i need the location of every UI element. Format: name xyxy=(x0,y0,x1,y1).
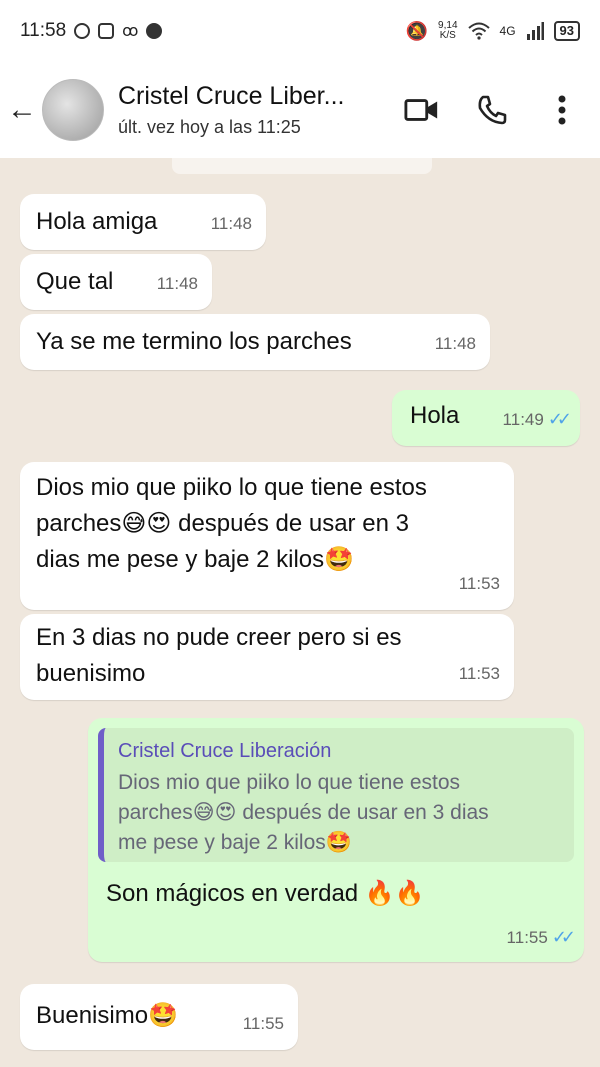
read-receipt-icon: ✓✓ xyxy=(551,927,576,947)
video-call-button[interactable] xyxy=(404,92,440,128)
message-text: Ya se me termino los parches xyxy=(36,328,352,355)
battery-indicator: 93 xyxy=(553,21,580,41)
message-text: Hola xyxy=(410,402,460,429)
mute-icon: 🔕 xyxy=(405,20,429,41)
avatar[interactable] xyxy=(42,79,104,141)
message-time: 11:53 xyxy=(458,574,500,593)
header-actions xyxy=(404,92,580,128)
message-time: 11:48 xyxy=(210,214,252,233)
network-speed-unit: K/S xyxy=(439,30,456,41)
message-time: 11:53 xyxy=(458,664,500,683)
chat-bubble-icon xyxy=(146,23,163,39)
video-camera-icon xyxy=(404,99,438,121)
battery-level: 93 xyxy=(559,23,574,38)
message-incoming[interactable]: Dios mio que piiko lo que tiene estos pa… xyxy=(20,462,514,610)
more-options-button[interactable] xyxy=(544,92,580,128)
message-time: 11:55 xyxy=(242,1014,284,1033)
notification-b-icon xyxy=(74,23,91,39)
wifi-icon xyxy=(467,22,490,40)
message-line: buenisimo xyxy=(36,660,146,687)
message-line: Dios mio que piiko lo que tiene estos xyxy=(36,474,427,501)
voicemail-icon: ꝏ xyxy=(122,23,139,40)
message-outgoing[interactable]: Hola 11:49 ✓✓ xyxy=(392,390,580,446)
chat-header: ← Cristel Cruce Liber... últ. vez hoy a … xyxy=(0,62,600,158)
message-incoming[interactable]: En 3 dias no pude creer pero si es bueni… xyxy=(20,614,514,700)
message-time: 11:55 ✓✓ xyxy=(506,919,577,956)
quoted-line: Dios mio que piiko lo que tiene estos xyxy=(118,771,461,794)
message-time-value: 11:55 xyxy=(506,928,548,947)
message-text: Son mágicos en verdad 🔥🔥 xyxy=(106,880,425,907)
contact-name: Cristel Cruce Liber... xyxy=(118,82,345,110)
quoted-line: me pese y baje 2 kilos🤩 xyxy=(118,831,352,854)
status-right: 🔕 9,14 K/S 4G 93 xyxy=(406,21,580,42)
message-incoming[interactable]: Hola amiga 11:48 xyxy=(20,194,266,250)
date-divider xyxy=(172,158,432,174)
network-type: 4G xyxy=(499,24,516,38)
signal-icon xyxy=(526,22,544,40)
message-incoming[interactable]: Buenisimo🤩 11:55 xyxy=(20,984,298,1050)
quoted-message[interactable]: Cristel Cruce Liberación Dios mio que pi… xyxy=(98,728,574,862)
message-line: En 3 dias no pude creer pero si es xyxy=(36,624,402,651)
message-line: dias me pese y baje 2 kilos🤩 xyxy=(36,546,355,573)
back-arrow-icon[interactable]: ← xyxy=(4,93,40,127)
status-time: 11:58 xyxy=(20,20,67,41)
message-text: Hola amiga xyxy=(36,208,158,235)
message-time-value: 11:49 xyxy=(502,410,544,429)
message-incoming[interactable]: Ya se me termino los parches 11:48 xyxy=(20,314,490,370)
contact-info[interactable]: Cristel Cruce Liber... últ. vez hoy a la… xyxy=(118,82,388,138)
message-outgoing-reply[interactable]: Cristel Cruce Liberación Dios mio que pi… xyxy=(88,718,584,962)
instagram-icon xyxy=(98,23,115,39)
more-vertical-icon xyxy=(558,95,566,125)
status-bar: 11:58 ꝏ 🔕 9,14 K/S 4G 93 xyxy=(0,0,600,62)
message-line: parches😅😍 después de usar en 3 xyxy=(36,510,409,537)
last-seen: últ. vez hoy a las 11:25 xyxy=(118,117,301,137)
read-receipt-icon: ✓✓ xyxy=(547,409,572,429)
message-time: 11:48 xyxy=(156,274,198,293)
network-speed: 9,14 K/S xyxy=(438,21,457,41)
message-incoming[interactable]: Que tal 11:48 xyxy=(20,254,212,310)
message-time: 11:48 xyxy=(434,334,476,353)
phone-icon xyxy=(478,95,507,125)
chat-area[interactable]: Hola amiga 11:48 Que tal 11:48 Ya se me … xyxy=(0,158,600,1067)
status-left: 11:58 ꝏ xyxy=(20,20,163,42)
message-text: Que tal xyxy=(36,268,114,295)
message-time: 11:49 ✓✓ xyxy=(502,401,573,438)
voice-call-button[interactable] xyxy=(474,92,510,128)
message-text: Buenisimo🤩 xyxy=(36,1002,178,1029)
quoted-line: parches😅😍 después de usar en 3 dias xyxy=(118,801,489,824)
quoted-author: Cristel Cruce Liberación xyxy=(118,740,332,762)
